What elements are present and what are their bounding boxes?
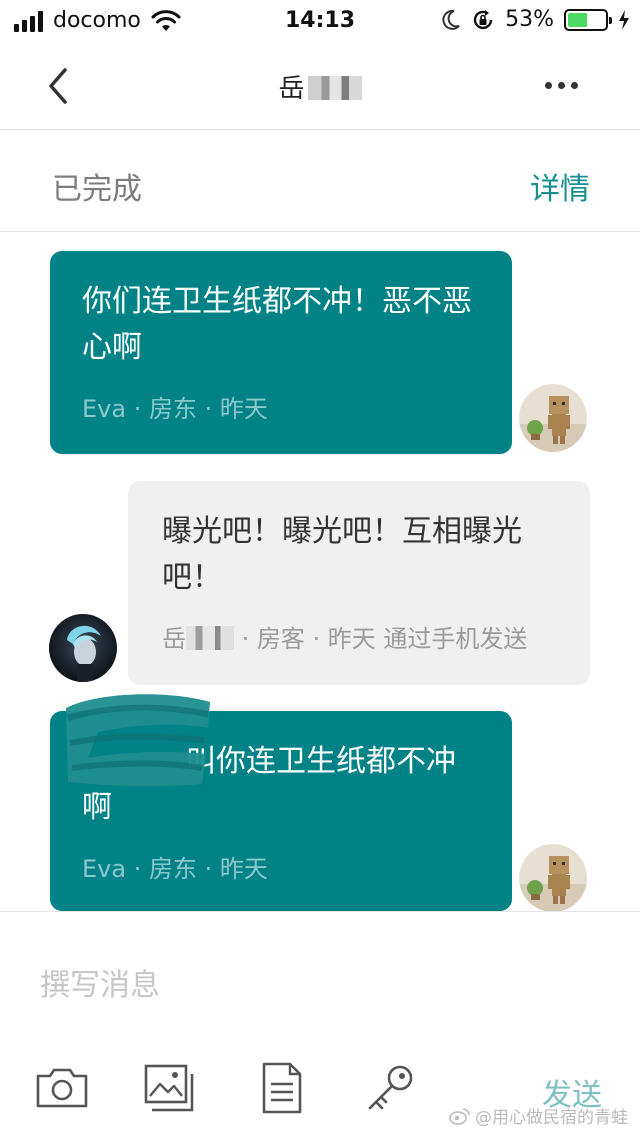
host-avatar[interactable]: [516, 841, 590, 915]
message-meta: Eva · 房东 · 昨天: [82, 855, 268, 883]
guest-avatar[interactable]: [46, 611, 120, 685]
key-icon[interactable]: [362, 1062, 418, 1114]
camera-icon[interactable]: [34, 1062, 90, 1114]
image-icon[interactable]: [142, 1062, 198, 1114]
details-link[interactable]: 详情: [530, 164, 590, 208]
message-input[interactable]: 撰写消息: [40, 960, 160, 1004]
nav-bar: 岳: [0, 42, 640, 130]
message-meta: Eva · 房东 · 昨天: [82, 395, 268, 423]
battery-icon: [564, 8, 612, 31]
redacted-name-block: [307, 76, 362, 100]
status-bar-right: 53%: [441, 7, 630, 32]
message-bubble-host: 你们连卫生纸都不冲！恶不恶心啊 Eva · 房东 · 昨天: [50, 251, 512, 454]
moon-icon: [442, 9, 460, 30]
battery-percent: 53%: [505, 7, 554, 32]
reservation-status-bar: 已完成 详情: [0, 130, 640, 232]
contact-name: 岳: [278, 74, 305, 104]
message-text: 曝光吧！曝光吧！互相曝光吧！: [162, 514, 522, 595]
rotation-lock-icon: [473, 9, 493, 29]
weibo-watermark: @用心做民宿的青蛙: [449, 1103, 628, 1128]
sender-name: 岳: [162, 625, 186, 653]
conversation-title: 岳: [0, 68, 640, 105]
status-bar: docomo 14:13 53%: [0, 0, 640, 42]
redacted-name-block: [186, 626, 234, 650]
chat-screen: docomo 14:13 53% 岳 已完成 详情 你们连卫生纸都不冲！恶不恶心…: [0, 0, 640, 1136]
document-icon[interactable]: [254, 1062, 310, 1114]
message-text: 你们连卫生纸都不冲！恶不恶心啊: [82, 284, 472, 365]
more-options-icon[interactable]: [545, 82, 578, 89]
charging-icon: [619, 9, 629, 30]
watermark-text: @用心做民宿的青蛙: [475, 1108, 628, 1128]
battery-level-fill: [568, 12, 588, 27]
message-meta: 岳 · 房客 · 昨天 通过手机发送: [162, 619, 556, 654]
reservation-status: 已完成: [52, 172, 142, 207]
weibo-logo-icon: [449, 1107, 470, 1125]
sender-meta: · 房客 · 昨天 通过手机发送: [234, 625, 528, 653]
host-avatar[interactable]: [516, 381, 590, 455]
message-bubble-guest: 曝光吧！曝光吧！互相曝光吧！ 岳 · 房客 · 昨天 通过手机发送: [128, 481, 590, 685]
redaction-scribble: [66, 694, 210, 787]
